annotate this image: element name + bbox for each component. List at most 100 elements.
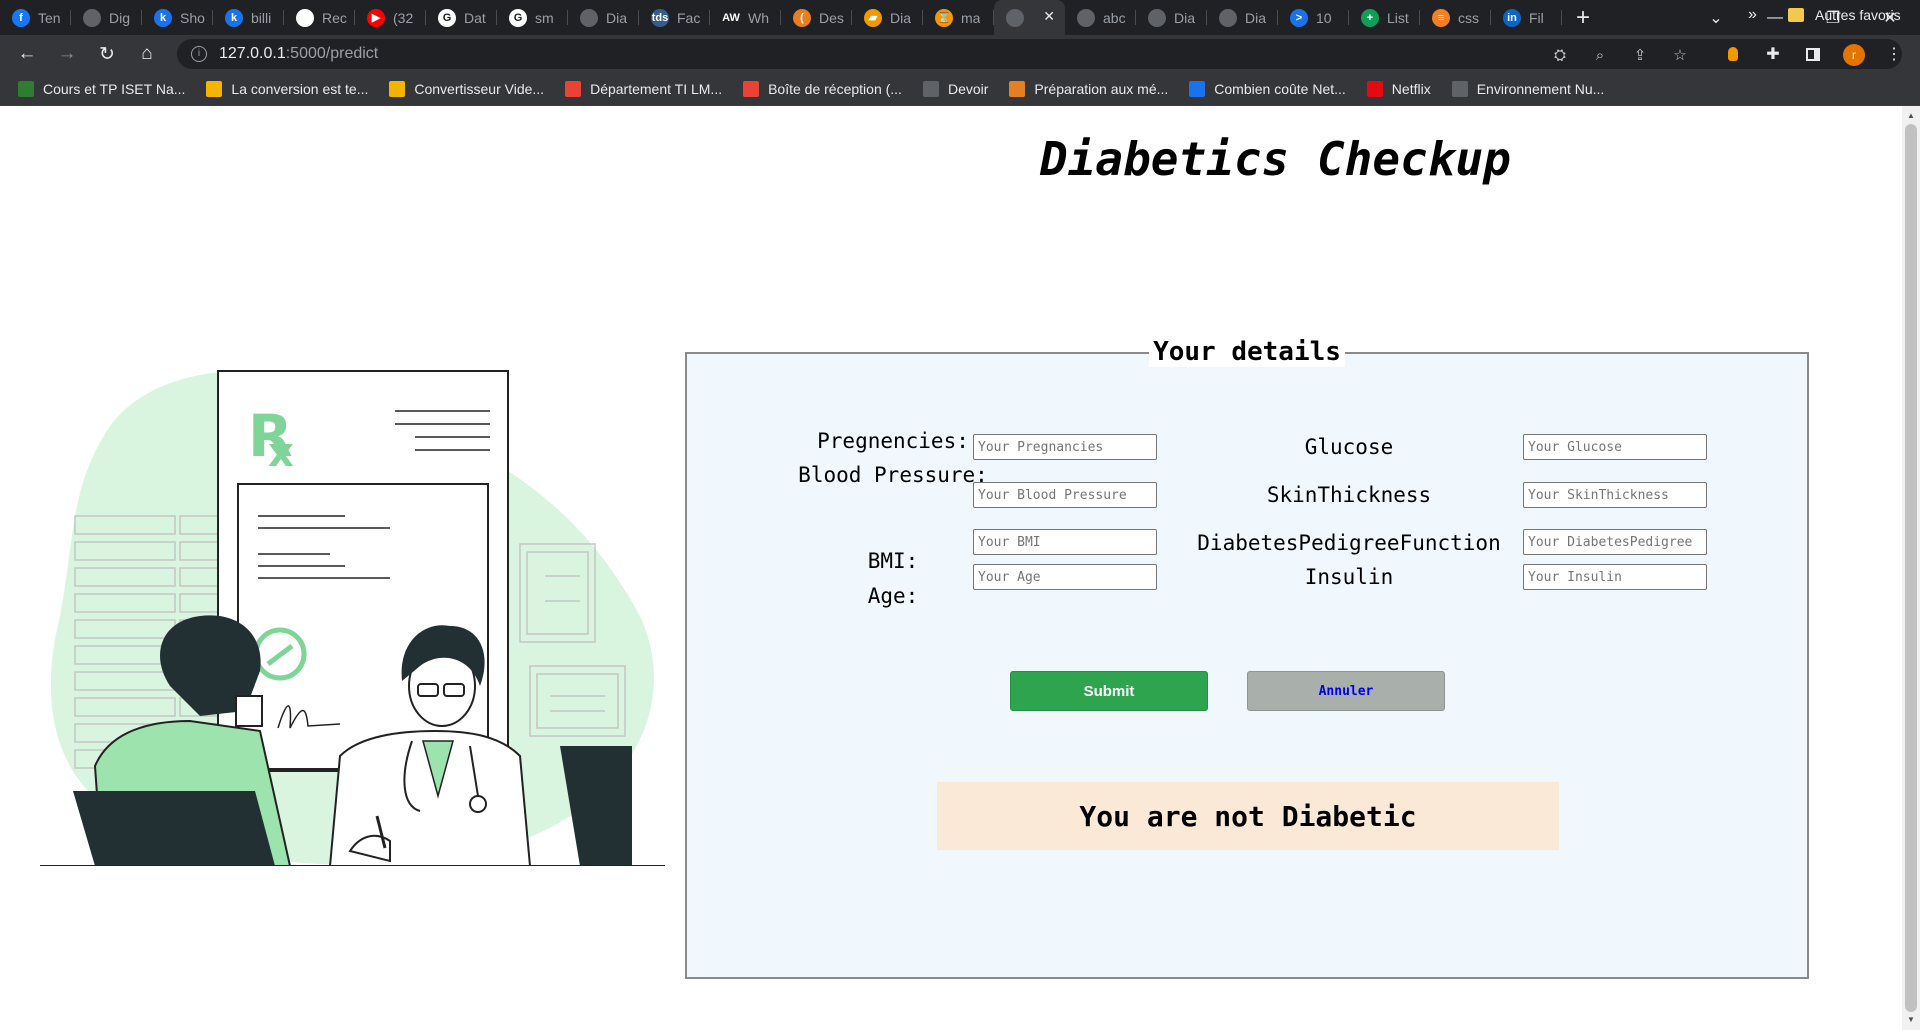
- side-panel-icon[interactable]: [1802, 43, 1824, 65]
- bookmark-label: Devoir: [947, 81, 989, 97]
- iset-icon: [18, 81, 34, 97]
- bmi-input[interactable]: [973, 529, 1157, 555]
- submit-button[interactable]: Submit: [1010, 671, 1208, 711]
- browser-tab[interactable]: abc: [1065, 0, 1136, 35]
- linkedin-icon: in: [1503, 8, 1521, 27]
- diabetes-pedigree-input[interactable]: [1523, 529, 1707, 555]
- browser-tab[interactable]: Gsm: [497, 0, 568, 35]
- tab-title: Dat: [464, 9, 486, 26]
- scroll-thumb[interactable]: [1905, 124, 1917, 1012]
- cancel-button[interactable]: Annuler: [1247, 671, 1445, 711]
- browser-tab[interactable]: AW Wh: [710, 0, 781, 35]
- tab-title: abc: [1103, 9, 1126, 26]
- browser-tab[interactable]: Dia: [568, 0, 639, 35]
- scroll-up-icon[interactable]: ▲: [1902, 108, 1920, 124]
- bookmark-label: Cours et TP ISET Na...: [43, 81, 186, 97]
- bookmark-item[interactable]: Préparation aux mé...: [1009, 81, 1168, 97]
- address-bar[interactable]: i 127.0.0.1:5000/predict ⛭ ⌕ ⇪ ☆: [177, 39, 1902, 69]
- browser-tab[interactable]: ▰ Dia: [852, 0, 923, 35]
- page-scrollbar[interactable]: ▲ ▼: [1902, 106, 1920, 1030]
- other-bookmarks-folder[interactable]: Autres favoris: [1788, 7, 1901, 23]
- browser-tab[interactable]: Dia: [1207, 0, 1278, 35]
- bookmark-star-icon[interactable]: ☆: [1669, 44, 1691, 66]
- forward-icon[interactable]: →: [52, 39, 82, 69]
- tds-icon: tds: [651, 8, 669, 27]
- browser-tab[interactable]: Dia: [1136, 0, 1207, 35]
- skin-thickness-input[interactable]: [1523, 482, 1707, 508]
- film-icon: [389, 81, 406, 97]
- browser-tab[interactable]: + List: [1349, 0, 1420, 35]
- browser-tab[interactable]: ⌛ ma: [923, 0, 994, 35]
- browser-tab[interactable]: in Fil: [1491, 0, 1562, 35]
- label-diabetes-pedigree: DiabetesPedigreeFunction: [1197, 531, 1501, 555]
- label-blood-pressure: Blood Pressure:: [798, 463, 988, 487]
- google-icon: G: [509, 8, 527, 27]
- bookmark-item[interactable]: Netflix: [1366, 81, 1431, 97]
- gmail-icon: [565, 81, 582, 97]
- tab-title: Dia: [606, 9, 628, 26]
- back-icon[interactable]: ←: [12, 39, 42, 69]
- globe-icon: [1219, 8, 1237, 27]
- bookmark-item[interactable]: Combien coûte Net...: [1189, 81, 1346, 97]
- sheets-icon: +: [1361, 8, 1379, 27]
- bookmark-item[interactable]: Cours et TP ISET Na...: [18, 81, 185, 97]
- globe-icon: [83, 8, 101, 27]
- tab-close-icon[interactable]: ✕: [1043, 8, 1055, 25]
- bookmark-item[interactable]: Environnement Nu...: [1451, 81, 1604, 97]
- bookmark-item[interactable]: Département TI LM...: [565, 81, 722, 97]
- bookmark-item[interactable]: Convertisseur Vide...: [389, 81, 544, 97]
- stackoverflow-icon: ≡: [1432, 8, 1450, 27]
- label-pregnancies: Pregnencies:: [817, 429, 969, 453]
- browser-tab[interactable]: ▶ (32: [355, 0, 426, 35]
- bookmark-item[interactable]: Boîte de réception (...: [743, 81, 902, 97]
- insulin-input[interactable]: [1523, 564, 1707, 590]
- browser-tab[interactable]: G Dat: [426, 0, 497, 35]
- gmail-icon: [743, 81, 760, 97]
- browser-tab[interactable]: ✕: [994, 0, 1065, 35]
- browser-tab[interactable]: tds Fac: [639, 0, 710, 35]
- extensions-puzzle-icon[interactable]: ✚: [1762, 43, 1784, 65]
- tab-title: ma: [961, 9, 981, 26]
- film-icon: [206, 81, 223, 97]
- pregnancies-input[interactable]: [973, 434, 1157, 460]
- tab-search-icon[interactable]: ⌄: [1688, 0, 1744, 35]
- bookmark-item[interactable]: La conversion est te...: [206, 81, 368, 97]
- translate-icon[interactable]: ⛭: [1549, 44, 1571, 66]
- more-menu-icon[interactable]: ⋮: [1883, 43, 1905, 65]
- site-info-icon[interactable]: i: [191, 46, 207, 62]
- bookmark-label: Convertisseur Vide...: [414, 81, 545, 97]
- home-icon[interactable]: ⌂: [132, 39, 162, 69]
- profile-avatar[interactable]: r: [1843, 44, 1865, 66]
- browser-tab[interactable]: k Sho: [142, 0, 213, 35]
- browser-tab[interactable]: Dig: [71, 0, 142, 35]
- share-icon[interactable]: ⇪: [1629, 44, 1651, 66]
- bookmark-label: Combien coûte Net...: [1214, 81, 1346, 97]
- browser-tab[interactable]: f Ten: [0, 0, 71, 35]
- tab-title: Sho: [180, 9, 205, 26]
- youtube-icon: ▶: [367, 8, 385, 27]
- browser-tab[interactable]: Rec: [284, 0, 355, 35]
- browser-tab[interactable]: >10: [1278, 0, 1349, 35]
- folder-icon: [1788, 8, 1804, 22]
- blood-pressure-input[interactable]: [973, 482, 1157, 508]
- new-tab-icon[interactable]: +: [1576, 4, 1590, 32]
- bookmark-item[interactable]: Devoir: [922, 81, 989, 97]
- extension-rocket-icon[interactable]: [1722, 43, 1744, 65]
- terminal-icon: >: [1290, 8, 1308, 27]
- github-icon: [296, 8, 314, 27]
- bookmark-label: Département TI LM...: [590, 81, 723, 97]
- zoom-icon[interactable]: ⌕: [1589, 44, 1611, 66]
- more-bookmarks-icon[interactable]: »: [1748, 6, 1757, 24]
- browser-tab[interactable]: k billi: [213, 0, 284, 35]
- browser-tab[interactable]: (Des: [781, 0, 852, 35]
- tab-title: Dia: [1245, 9, 1267, 26]
- browser-tab[interactable]: ≡ css: [1420, 0, 1491, 35]
- age-input[interactable]: [973, 564, 1157, 590]
- scroll-down-icon[interactable]: ▼: [1902, 1012, 1920, 1028]
- tab-title: 10: [1316, 9, 1332, 26]
- tab-title: Dig: [109, 9, 131, 26]
- globe-icon: [1006, 8, 1024, 27]
- reload-icon[interactable]: ↻: [92, 39, 122, 69]
- glucose-input[interactable]: [1523, 434, 1707, 460]
- tab-title: Dia: [890, 9, 912, 26]
